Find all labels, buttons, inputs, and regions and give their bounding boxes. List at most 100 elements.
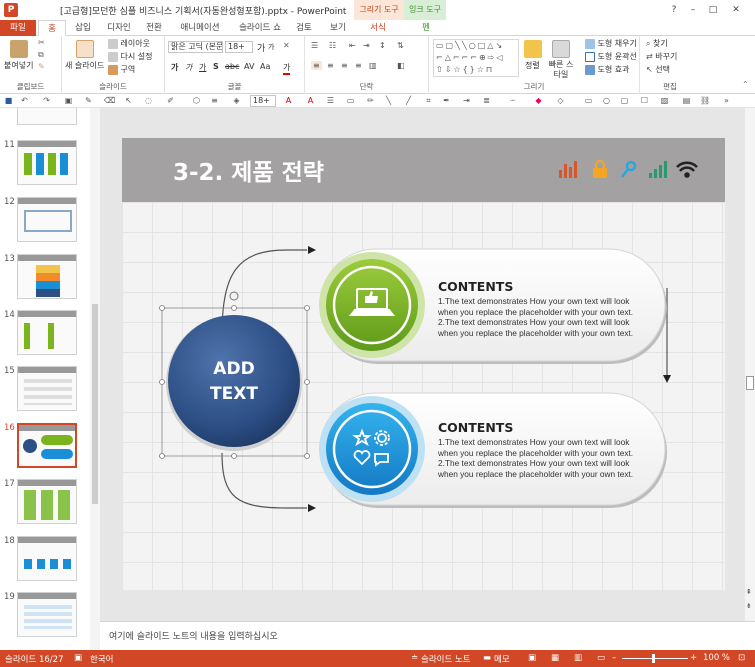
link-qat-icon[interactable]: ⛓: [700, 96, 710, 105]
slideshow-view-icon[interactable]: ▭: [597, 653, 605, 663]
callout-icon[interactable]: ☐: [640, 96, 649, 105]
prev-slide-icon[interactable]: ⇞: [746, 588, 752, 596]
slide-thumbnail[interactable]: 14: [0, 308, 90, 358]
qat-font-size[interactable]: 18+: [250, 95, 276, 107]
arrange-button[interactable]: 정렬: [525, 60, 540, 71]
rectangle-qat-icon[interactable]: ▭: [584, 96, 593, 105]
select-button[interactable]: ↖ 선택: [646, 64, 670, 75]
notes-pane[interactable]: 여기에 슬라이드 노트의 내용을 입력하십시오: [100, 621, 755, 650]
tab-insert[interactable]: 삽입: [69, 20, 97, 36]
comments-toggle[interactable]: 메모: [494, 653, 510, 665]
quick-styles-icon[interactable]: [552, 40, 570, 58]
find-button[interactable]: ⌕ 찾기: [646, 38, 668, 49]
shape-outline-button[interactable]: 도형 윤곽선: [585, 51, 637, 62]
chart-qat-icon[interactable]: ▤: [682, 96, 691, 105]
font-name-select[interactable]: 맑은 고딕 (본문: [168, 41, 223, 53]
font-size-select[interactable]: 18+: [225, 41, 253, 53]
redo-icon[interactable]: ↷: [42, 96, 51, 105]
lasso-icon[interactable]: ◌: [144, 96, 153, 105]
format-painter-icon[interactable]: ✎: [38, 62, 45, 71]
language-indicator[interactable]: 한국어: [90, 653, 113, 665]
pen-icon[interactable]: ✐: [166, 96, 175, 105]
zoom-out-icon[interactable]: –: [612, 653, 616, 663]
comments-icon[interactable]: ▬: [483, 653, 491, 663]
reading-view-icon[interactable]: ▥: [574, 653, 582, 663]
tab-view[interactable]: 보기: [324, 20, 352, 36]
tab-pen[interactable]: 펜: [412, 20, 440, 36]
highlight-qat-icon[interactable]: A: [306, 96, 315, 105]
slide-thumbnail[interactable]: [0, 108, 90, 128]
arrange-icon[interactable]: [524, 40, 542, 58]
zoom-level[interactable]: 100 %: [703, 653, 730, 663]
tab-file[interactable]: 파일: [0, 20, 36, 36]
normal-view-icon[interactable]: ▣: [528, 653, 536, 663]
more-qat-icon[interactable]: »: [722, 96, 731, 105]
arrow-qat-icon[interactable]: ╲: [384, 96, 393, 105]
undo-icon[interactable]: ↶: [20, 96, 29, 105]
align-qat-icon[interactable]: ≡: [210, 96, 219, 105]
cut-icon[interactable]: ✂: [38, 38, 45, 47]
edit-shape-icon[interactable]: ▭: [346, 96, 355, 105]
bold-button[interactable]: 가: [171, 62, 178, 73]
notes-placeholder[interactable]: 여기에 슬라이드 노트의 내용을 입력하십시오: [109, 629, 278, 642]
shape-fill-qat-icon[interactable]: ◆: [534, 96, 543, 105]
select-qat-icon[interactable]: ↖: [124, 96, 133, 105]
section-button[interactable]: 구역: [108, 64, 135, 75]
new-slide-icon[interactable]: [76, 40, 94, 58]
copy-icon[interactable]: ⧉: [38, 50, 44, 60]
justify-icon[interactable]: ≡: [355, 61, 362, 70]
oval-qat-icon[interactable]: ○: [602, 96, 611, 105]
tab-home[interactable]: 홈: [38, 20, 66, 36]
tab-design[interactable]: 디자인: [101, 20, 137, 36]
shape-effects-button[interactable]: 도형 효과: [585, 64, 630, 75]
thumbnail-scroll-thumb[interactable]: [92, 304, 98, 504]
slide-thumbnail-active[interactable]: 16: [0, 421, 90, 471]
tab-animations[interactable]: 애니메이션: [172, 20, 228, 36]
collapse-ribbon-icon[interactable]: ⌃: [742, 80, 749, 89]
shrink-font-button[interactable]: 가: [268, 42, 274, 52]
shadow-button[interactable]: S: [213, 62, 219, 71]
reset-button[interactable]: 다시 설정: [108, 51, 153, 62]
increase-indent-icon[interactable]: ⇥: [363, 41, 370, 50]
quick-styles-button[interactable]: 빠른 스타일: [546, 60, 576, 80]
editor-scroll-thumb[interactable]: [746, 376, 754, 390]
shapes-gallery[interactable]: ▭▢╲╲○□△↘ ⌐△⌐⌐⌐⊕⇨◁ ⇧⇩☆{}☆⊓: [433, 39, 519, 77]
paste-button[interactable]: 붙여넣기: [4, 60, 33, 71]
slide-thumbnail[interactable]: 19: [0, 590, 90, 640]
editor-scrollbar[interactable]: ⇞ ⇟: [745, 108, 755, 621]
rounded-rect-icon[interactable]: ▢: [620, 96, 629, 105]
list-qat-icon[interactable]: ☰: [326, 96, 335, 105]
tab-transitions[interactable]: 전환: [140, 20, 168, 36]
outline-qat-icon[interactable]: ◇: [556, 96, 565, 105]
line-weight-icon[interactable]: ≣: [482, 96, 491, 105]
char-spacing-button[interactable]: AV: [244, 62, 254, 71]
notes-toggle-icon[interactable]: ≐: [411, 653, 418, 663]
bullets-icon[interactable]: ☰: [311, 41, 318, 50]
grow-font-button[interactable]: 가: [257, 41, 265, 54]
save-icon[interactable]: ■: [4, 96, 13, 105]
columns-icon[interactable]: ▥: [369, 61, 377, 70]
close-button[interactable]: ✕: [729, 3, 743, 17]
slide-thumbnail[interactable]: 15: [0, 364, 90, 414]
numbering-icon[interactable]: ☷: [329, 41, 336, 50]
slide-sorter-icon[interactable]: ▦: [551, 653, 559, 663]
zoom-in-icon[interactable]: +: [690, 653, 697, 663]
tab-review[interactable]: 검토: [290, 20, 318, 36]
decrease-indent-icon[interactable]: ⇤: [349, 41, 356, 50]
new-slide-button[interactable]: 새 슬라이드: [65, 60, 104, 71]
replace-button[interactable]: ⇄ 바꾸기: [646, 51, 677, 62]
change-case-button[interactable]: Aa: [260, 62, 270, 71]
zoom-slider[interactable]: [622, 658, 688, 659]
minimize-button[interactable]: –: [686, 3, 700, 17]
align-left-icon[interactable]: ≡: [311, 61, 322, 70]
format-painter-qat-icon[interactable]: ✎: [84, 96, 93, 105]
indent-qat-icon[interactable]: ⇥: [462, 96, 471, 105]
crop-icon[interactable]: ⌗: [424, 96, 433, 105]
clear-format-icon[interactable]: ✕: [283, 41, 290, 50]
smartart-icon[interactable]: ◧: [397, 61, 405, 70]
notes-toggle[interactable]: 슬라이드 노트: [421, 653, 471, 665]
maximize-button[interactable]: □: [706, 3, 720, 17]
spellcheck-icon[interactable]: ▣: [74, 653, 82, 663]
eraser-icon[interactable]: ⌫: [104, 96, 115, 105]
underline-button[interactable]: 가: [199, 62, 206, 73]
